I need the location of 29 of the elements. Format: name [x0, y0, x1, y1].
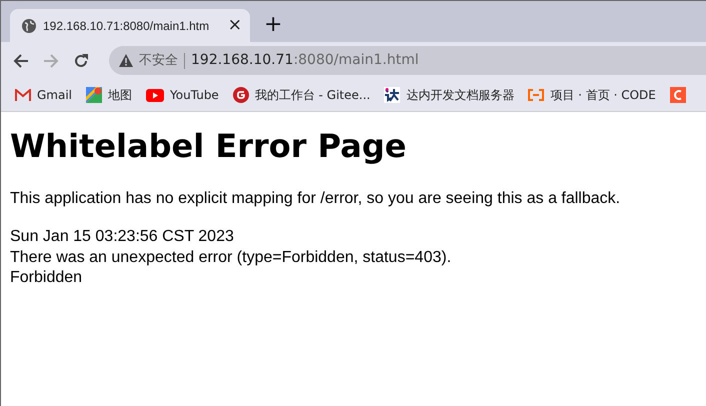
- warning-icon: [119, 54, 133, 67]
- play-icon: [146, 88, 164, 102]
- da-logo-icon: [384, 87, 400, 103]
- error-detail: Sun Jan 15 03:23:56 CST 2023: [10, 227, 235, 248]
- reload-icon[interactable]: [73, 52, 89, 68]
- bookmark-item[interactable]: 项目 · 首页 · CODE: [528, 86, 656, 104]
- bookmark-item[interactable]: YouTube: [146, 86, 219, 104]
- tab-title: 192.168.10.71:8080/main1.htm: [43, 18, 210, 34]
- bookmark-item[interactable]: Gmail: [15, 86, 72, 104]
- error-detail: There was an unexpected error (type=Forbidden, status=403).: [10, 248, 452, 268]
- error-detail: Forbidden: [10, 268, 84, 288]
- map-pin-icon: [86, 87, 102, 103]
- g-logo-icon: [232, 87, 249, 103]
- back-icon[interactable]: [13, 52, 29, 68]
- gmail-icon: [15, 89, 31, 101]
- url-text: 192.168.10.71:8080/main1.html: [191, 51, 419, 70]
- bookmark-item[interactable]: 达内开发文档服务器: [384, 86, 514, 104]
- c-logo-icon: [670, 87, 686, 103]
- browser-tab[interactable]: 192.168.10.71:8080/main1.htm ×: [10, 9, 250, 42]
- bookmark-item[interactable]: [670, 87, 686, 103]
- bookmark-item[interactable]: 我的工作台 - Gitee...: [232, 86, 370, 104]
- error-message: This application has no explicit mapping for /error, so you are seeing this as a fallback.: [10, 189, 622, 210]
- address-bar[interactable]: 不安全 192.168.10.71:8080/main1.html: [109, 46, 706, 75]
- bracket-icon: [528, 89, 544, 101]
- security-label: 不安全: [139, 52, 178, 70]
- bookmark-item[interactable]: 地图: [86, 86, 132, 104]
- new-tab-button[interactable]: +: [264, 14, 282, 36]
- globe-icon: [22, 18, 36, 32]
- page-heading: Whitelabel Error Page: [10, 127, 408, 166]
